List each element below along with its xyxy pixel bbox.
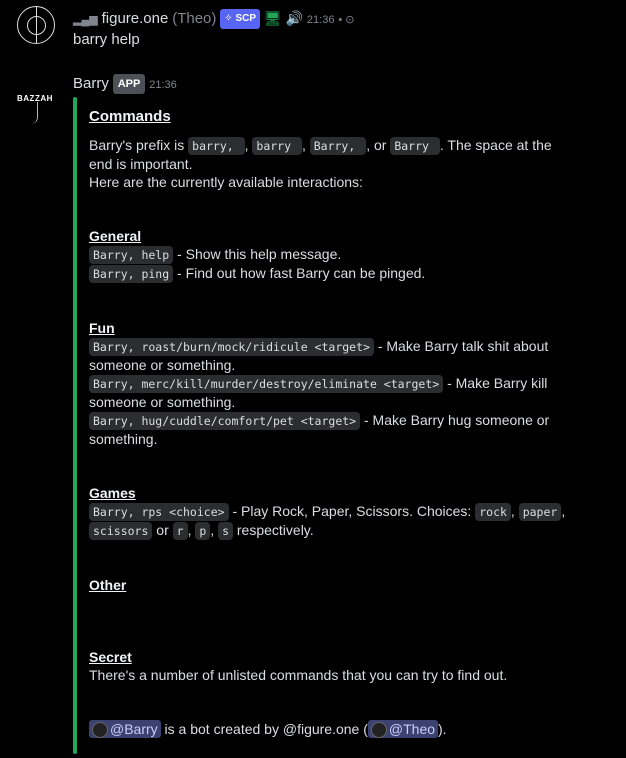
bot-username[interactable]: Barry [73,75,109,92]
heading-secret: Secret [89,649,132,665]
embed-accent-bar [73,97,77,754]
heading-games: Games [89,485,136,501]
bot-avatar[interactable]: BAZZAH [17,88,57,124]
secret-desc: There's a number of unlisted commands th… [89,667,508,683]
cmd-code: Barry, rps <choice> [89,503,229,521]
bot-timestamp[interactable]: 21:36 [149,79,177,91]
intro-line-1: Barry's prefix is barry, , barry , Barry… [89,137,552,155]
prefix-code: barry, [188,137,245,155]
intro-line-3: Here are the currently available interac… [89,174,363,190]
choice-code: rock [475,503,511,521]
embed-footer: @Barry is a bot created by @figure.one (… [89,720,447,739]
intro-line-2: end is important. [89,156,193,172]
username[interactable]: figure.one [102,10,169,27]
mention-avatar [92,722,108,739]
cmd-roast-row: Barry, roast/burn/mock/ridicule <target>… [89,337,548,356]
choice-code: scissors [89,522,153,540]
cmd-code: Barry, ping [89,265,174,283]
heading-other: Other [89,577,127,593]
embed-title[interactable]: Commands [89,108,171,126]
cmd-code: Barry, merc/kill/murder/destroy/eliminat… [89,375,444,393]
choice-code: p [195,522,211,540]
edited-icon: • ⊙ [338,14,355,26]
prefix-code: Barry, [309,137,367,155]
prefix-code: barry [252,137,302,155]
server-tag[interactable]: ✧ SCP [220,9,261,30]
signal-icon: ▂▄▆ [73,14,98,26]
user-avatar[interactable] [17,6,55,44]
cmd-rps-row: Barry, rps <choice> - Play Rock, Paper, … [89,502,565,521]
monitor-icon: 🖥 [263,10,282,26]
choice-code: r [172,522,188,540]
mention-barry[interactable]: @Barry [89,720,161,739]
cmd-merc-row-cont: someone or something. [89,394,236,410]
choice-code: s [218,522,233,540]
speaker-icon: 🔊 [285,10,304,26]
cmd-code: Barry, roast/burn/mock/ridicule <target> [89,338,374,356]
cmd-hug-row-cont: something. [89,431,158,447]
display-name: (Theo) [172,10,217,27]
cmd-rps-row-cont: scissors or r, p, s respectively. [89,521,314,540]
app-badge: APP [112,74,146,95]
cmd-code: Barry, help [89,246,174,264]
heading-fun: Fun [89,320,115,336]
cmd-roast-row-cont: someone or something. [89,357,236,373]
mention-theo[interactable]: @Theo [367,720,439,739]
message-content: barry help [73,31,140,48]
cmd-code: Barry, hug/cuddle/comfort/pet <target> [89,412,361,430]
choice-code: paper [518,503,562,521]
heading-general: General [89,228,142,244]
cmd-help-row: Barry, help - Show this help message. [89,245,341,264]
cmd-merc-row: Barry, merc/kill/murder/destroy/eliminat… [89,374,547,393]
cmd-hug-row: Barry, hug/cuddle/comfort/pet <target> -… [89,411,549,430]
timestamp[interactable]: 21:36 [307,14,335,26]
cmd-ping-row: Barry, ping - Find out how fast Barry ca… [89,264,425,283]
prefix-code: Barry [390,137,440,155]
mention-avatar [370,722,387,739]
